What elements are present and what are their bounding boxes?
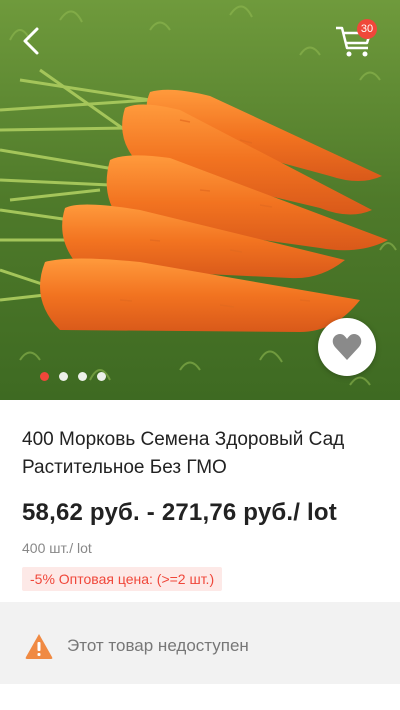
gallery-dot[interactable] [97, 372, 106, 381]
warning-icon [25, 634, 53, 659]
wholesale-promo-badge[interactable]: -5% Оптовая цена: (>=2 шт.) [22, 567, 223, 591]
gallery-dot[interactable] [78, 372, 87, 381]
product-unit: 400 шт./ lot [22, 540, 92, 556]
unavailable-notice: Этот товар недоступен [0, 616, 400, 684]
product-info-card: 400 Морковь Семена Здоровый Сад Растител… [0, 400, 400, 602]
product-title: 400 Морковь Семена Здоровый Сад Растител… [22, 429, 345, 478]
cart-count-badge: 30 [357, 19, 377, 39]
gallery-pagination [40, 372, 106, 381]
unavailable-text: Этот товар недоступен [67, 636, 249, 655]
heart-icon [332, 334, 362, 360]
product-price: 58,62 руб. - 271,76 руб./ lot [22, 499, 337, 526]
bottom-bar [0, 684, 400, 710]
gallery-dot[interactable] [59, 372, 68, 381]
chevron-left-icon [23, 27, 39, 55]
cart-button[interactable]: 30 [334, 19, 378, 60]
product-image-gallery[interactable]: 30 [0, 0, 400, 400]
back-button[interactable] [14, 24, 48, 58]
gallery-dot[interactable] [40, 372, 49, 381]
favorite-button[interactable] [318, 318, 376, 376]
